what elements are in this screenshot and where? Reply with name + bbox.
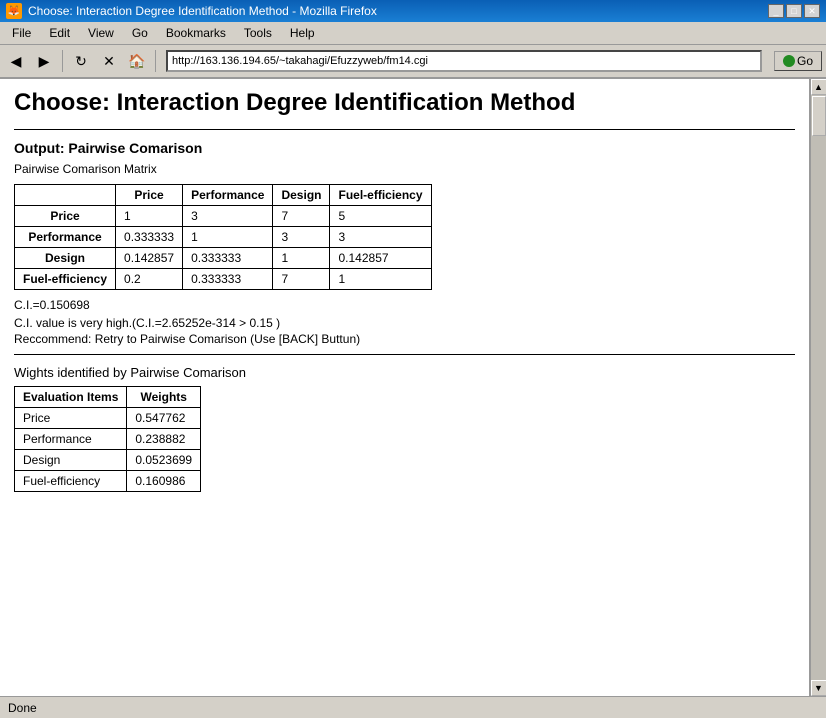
cell-fuel-price: 0.2 xyxy=(116,269,183,290)
weights-table: Evaluation Items Weights Price 0.547762 … xyxy=(14,386,201,492)
pairwise-matrix-table: Price Performance Design Fuel-efficiency… xyxy=(14,184,432,290)
cell-design-fuel: 0.142857 xyxy=(330,248,431,269)
scroll-down-button[interactable]: ▼ xyxy=(811,680,826,696)
output-label: Output: Pairwise Comarison xyxy=(14,140,795,156)
address-bar xyxy=(166,50,762,72)
cell-design-design: 1 xyxy=(273,248,330,269)
scroll-up-button[interactable]: ▲ xyxy=(811,79,826,95)
cell-perf-price: 0.333333 xyxy=(116,227,183,248)
menu-file[interactable]: File xyxy=(4,24,39,42)
col-header-price: Price xyxy=(116,185,183,206)
table-row: Performance 0.333333 1 3 3 xyxy=(15,227,432,248)
cell-perf-performance: 1 xyxy=(183,227,273,248)
weights-col-items: Evaluation Items xyxy=(15,387,127,408)
go-label: Go xyxy=(797,54,813,68)
cell-perf-design: 3 xyxy=(273,227,330,248)
weight-value-fuel: 0.160986 xyxy=(127,471,201,492)
scrollbar[interactable]: ▲ ▼ xyxy=(810,79,826,696)
weights-row: Fuel-efficiency 0.160986 xyxy=(15,471,201,492)
cell-design-performance: 0.333333 xyxy=(183,248,273,269)
weight-value-price: 0.547762 xyxy=(127,408,201,429)
col-header-empty xyxy=(15,185,116,206)
divider-1 xyxy=(14,129,795,130)
browser-icon: 🦊 xyxy=(6,3,22,19)
cell-perf-fuel: 3 xyxy=(330,227,431,248)
menu-tools[interactable]: Tools xyxy=(236,24,280,42)
weights-col-weights: Weights xyxy=(127,387,201,408)
menu-go[interactable]: Go xyxy=(124,24,156,42)
address-input[interactable] xyxy=(166,50,762,72)
menu-help[interactable]: Help xyxy=(282,24,323,42)
weight-item-fuel: Fuel-efficiency xyxy=(15,471,127,492)
weight-value-performance: 0.238882 xyxy=(127,429,201,450)
row-performance-header: Performance xyxy=(15,227,116,248)
weight-item-price: Price xyxy=(15,408,127,429)
cell-price-fuel: 5 xyxy=(330,206,431,227)
back-button[interactable]: ◀ xyxy=(4,49,28,73)
ci-warning: C.I. value is very high.(C.I.=2.65252e-3… xyxy=(14,316,795,330)
ci-value: C.I.=0.150698 xyxy=(14,298,795,312)
weights-row: Price 0.547762 xyxy=(15,408,201,429)
divider-2 xyxy=(14,354,795,355)
weights-title: Wights identified by Pairwise Comarison xyxy=(14,365,795,380)
cell-price-performance: 3 xyxy=(183,206,273,227)
scroll-thumb[interactable] xyxy=(812,96,826,136)
menu-view[interactable]: View xyxy=(80,24,122,42)
cell-design-price: 0.142857 xyxy=(116,248,183,269)
home-button[interactable]: 🏠 xyxy=(125,49,149,73)
title-bar: 🦊 Choose: Interaction Degree Identificat… xyxy=(0,0,826,22)
toolbar-separator-2 xyxy=(155,50,156,72)
matrix-label: Pairwise Comarison Matrix xyxy=(14,162,795,176)
toolbar: ◀ ▶ ↻ ✕ 🏠 Go xyxy=(0,45,826,79)
table-row: Fuel-efficiency 0.2 0.333333 7 1 xyxy=(15,269,432,290)
weights-row: Design 0.0523699 xyxy=(15,450,201,471)
row-fuel-header: Fuel-efficiency xyxy=(15,269,116,290)
weight-item-design: Design xyxy=(15,450,127,471)
ci-recommend: Reccommend: Retry to Pairwise Comarison … xyxy=(14,332,795,346)
cell-fuel-design: 7 xyxy=(273,269,330,290)
minimize-button[interactable]: _ xyxy=(768,4,784,18)
menu-edit[interactable]: Edit xyxy=(41,24,78,42)
table-row: Price 1 3 7 5 xyxy=(15,206,432,227)
table-row: Design 0.142857 0.333333 1 0.142857 xyxy=(15,248,432,269)
stop-button[interactable]: ✕ xyxy=(97,49,121,73)
weights-row: Performance 0.238882 xyxy=(15,429,201,450)
go-button[interactable]: Go xyxy=(774,51,822,71)
menu-bookmarks[interactable]: Bookmarks xyxy=(158,24,234,42)
browser-body: Choose: Interaction Degree Identificatio… xyxy=(0,79,826,696)
weight-item-performance: Performance xyxy=(15,429,127,450)
col-header-design: Design xyxy=(273,185,330,206)
reload-button[interactable]: ↻ xyxy=(69,49,93,73)
row-design-header: Design xyxy=(15,248,116,269)
content-area: Choose: Interaction Degree Identificatio… xyxy=(0,79,810,696)
window-controls[interactable]: _ □ ✕ xyxy=(768,4,820,18)
cell-fuel-performance: 0.333333 xyxy=(183,269,273,290)
col-header-fuel: Fuel-efficiency xyxy=(330,185,431,206)
go-icon xyxy=(783,55,795,67)
window-title: Choose: Interaction Degree Identificatio… xyxy=(28,4,377,18)
status-text: Done xyxy=(8,701,37,715)
col-header-performance: Performance xyxy=(183,185,273,206)
status-bar: Done xyxy=(0,696,826,718)
scroll-track[interactable] xyxy=(811,95,826,680)
weight-value-design: 0.0523699 xyxy=(127,450,201,471)
page-title: Choose: Interaction Degree Identificatio… xyxy=(14,89,795,117)
close-button[interactable]: ✕ xyxy=(804,4,820,18)
menu-bar: File Edit View Go Bookmarks Tools Help xyxy=(0,22,826,45)
maximize-button[interactable]: □ xyxy=(786,4,802,18)
cell-fuel-fuel: 1 xyxy=(330,269,431,290)
cell-price-price: 1 xyxy=(116,206,183,227)
cell-price-design: 7 xyxy=(273,206,330,227)
row-price-header: Price xyxy=(15,206,116,227)
forward-button[interactable]: ▶ xyxy=(32,49,56,73)
toolbar-separator-1 xyxy=(62,50,63,72)
